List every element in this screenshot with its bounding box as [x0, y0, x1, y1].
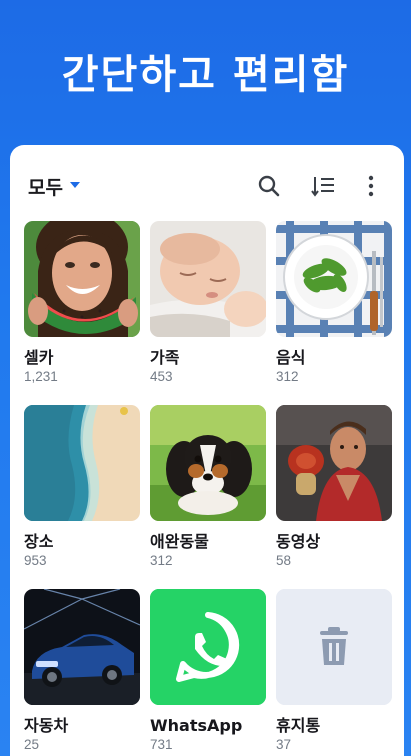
album-name: 자동차 — [24, 716, 69, 735]
album-name: WhatsApp — [150, 716, 243, 735]
album-card-trash[interactable]: 휴지통 37 — [276, 589, 392, 754]
caret-down-icon — [69, 181, 80, 188]
album-card-whatsapp[interactable]: WhatsApp 731 — [150, 589, 266, 754]
album-count: 1,231 — [24, 369, 58, 384]
album-card-family[interactable]: 가족 453 — [150, 221, 266, 386]
album-thumbnail — [150, 589, 266, 705]
album-count: 312 — [150, 553, 173, 568]
album-name: 동영상 — [276, 532, 321, 551]
album-thumbnail — [276, 221, 392, 337]
album-name: 셀카 — [24, 348, 54, 367]
album-filter-label: 모두 — [28, 177, 63, 199]
album-thumbnail — [24, 405, 140, 521]
album-card-cars[interactable]: 자동차 25 — [24, 589, 140, 754]
album-filter-dropdown[interactable]: 모두 — [28, 173, 80, 200]
album-thumbnail — [276, 405, 392, 521]
album-name: 가족 — [150, 348, 180, 367]
album-name: 음식 — [276, 348, 306, 367]
search-icon[interactable] — [256, 173, 282, 199]
trash-icon — [276, 589, 392, 705]
album-name: 애완동물 — [150, 532, 209, 551]
sort-icon[interactable] — [310, 173, 336, 199]
album-count: 25 — [24, 737, 40, 752]
album-count: 58 — [276, 553, 292, 568]
whatsapp-icon — [150, 589, 266, 705]
album-count: 953 — [24, 553, 47, 568]
album-count: 312 — [276, 369, 299, 384]
album-card-videos[interactable]: 동영상 58 — [276, 405, 392, 570]
album-name: 장소 — [24, 532, 54, 551]
album-thumbnail — [150, 221, 266, 337]
headline: 간단하고 편리함 — [61, 52, 350, 98]
album-card-selfie[interactable]: 셀카 1,231 — [24, 221, 140, 386]
album-count: 453 — [150, 369, 173, 384]
album-count: 37 — [276, 737, 292, 752]
more-icon[interactable] — [358, 173, 384, 199]
album-card-food[interactable]: 음식 312 — [276, 221, 392, 386]
album-panel: 모두 셀카 1,231 가족 453 음식 312 장소 953 애완동물 31… — [10, 145, 404, 756]
album-card-places[interactable]: 장소 953 — [24, 405, 140, 570]
toolbar: 모두 — [10, 145, 404, 225]
album-thumbnail — [24, 589, 140, 705]
album-thumbnail — [276, 589, 392, 705]
album-thumbnail — [24, 221, 140, 337]
album-card-pets[interactable]: 애완동물 312 — [150, 405, 266, 570]
album-count: 731 — [150, 737, 173, 752]
album-name: 휴지통 — [276, 716, 321, 735]
album-thumbnail — [150, 405, 266, 521]
